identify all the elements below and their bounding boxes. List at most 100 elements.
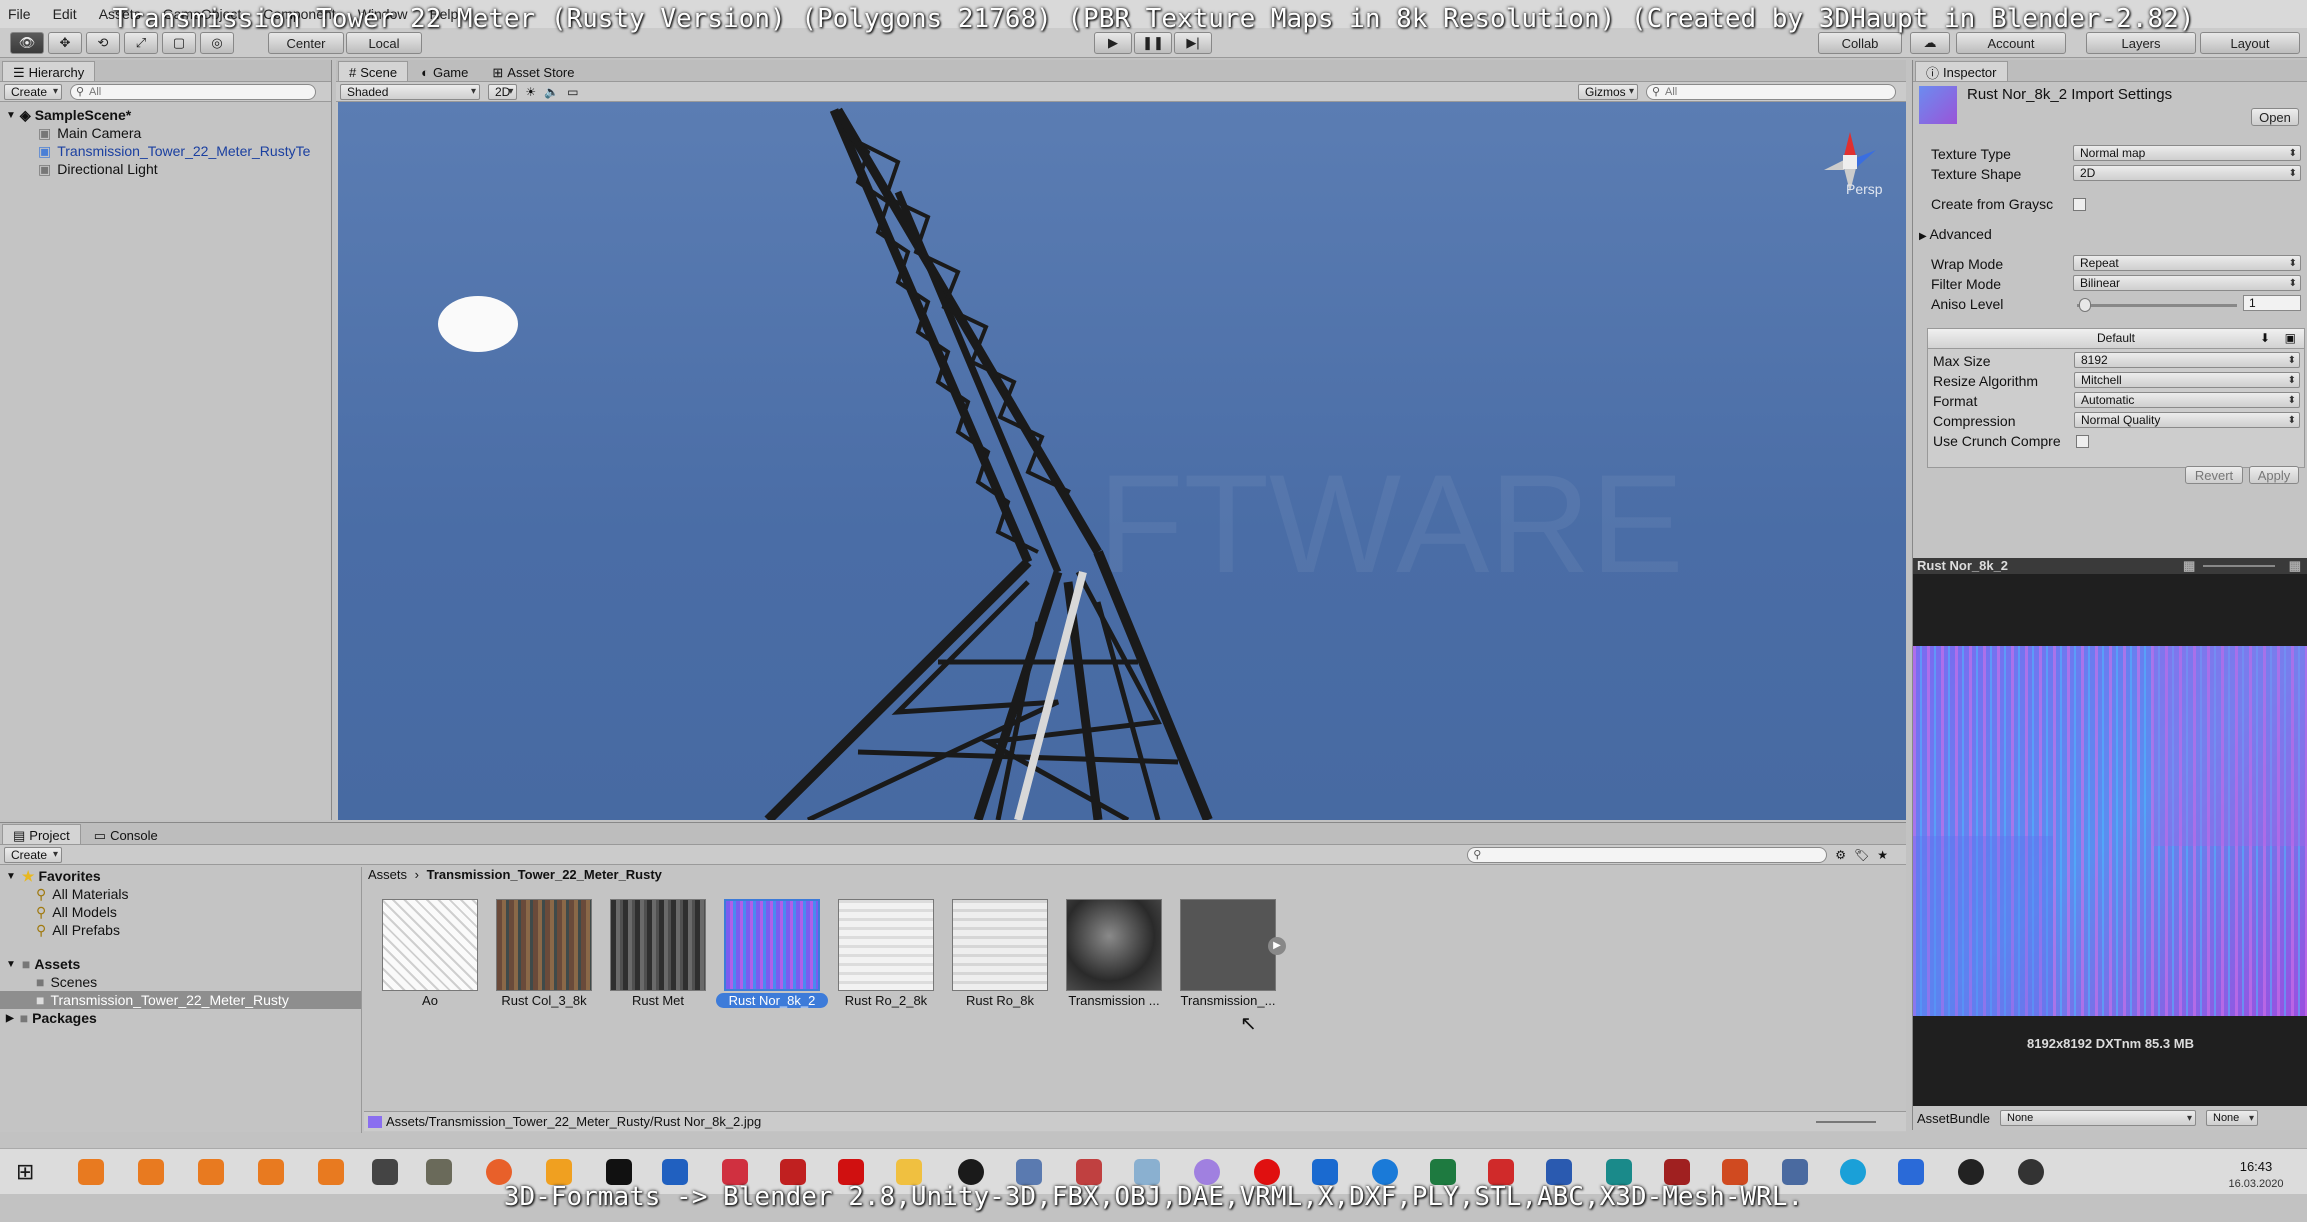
open-button[interactable]: Open xyxy=(2251,108,2299,126)
menu-gameobject[interactable]: GameObject xyxy=(163,6,242,22)
aniso-level-field[interactable]: 1 xyxy=(2243,295,2301,311)
asset-thumb-rust-col[interactable] xyxy=(496,899,592,991)
app-icon[interactable] xyxy=(1898,1159,1924,1185)
edge-icon[interactable] xyxy=(1372,1159,1398,1185)
compression-dropdown[interactable]: Normal Quality xyxy=(2074,412,2300,428)
asset-thumb-material[interactable] xyxy=(1066,899,1162,991)
rect-tool-button[interactable]: ▢ xyxy=(162,32,196,54)
tab-scene[interactable]: # Scene xyxy=(338,61,409,81)
shading-mode-dropdown[interactable]: Shaded xyxy=(340,83,480,100)
folder-transmission-tower[interactable]: ■ Transmission_Tower_22_Meter_Rusty xyxy=(0,991,361,1009)
tab-hierarchy[interactable]: ☰ Hierarchy xyxy=(2,61,96,81)
max-size-dropdown[interactable]: 8192 xyxy=(2074,352,2300,368)
effects-icon[interactable]: ▭ xyxy=(567,85,578,99)
resize-algorithm-dropdown[interactable]: Mitchell xyxy=(2074,372,2300,388)
aniso-slider-track[interactable] xyxy=(2077,304,2237,307)
filter-mode-dropdown[interactable]: Bilinear xyxy=(2073,275,2301,291)
menu-window[interactable]: Window xyxy=(358,6,408,22)
blender-icon[interactable] xyxy=(318,1159,344,1185)
menu-help[interactable]: Help xyxy=(429,6,458,22)
collab-dropdown[interactable]: Collab xyxy=(1818,32,1902,54)
asset-thumb-model[interactable] xyxy=(1180,899,1276,991)
blender-icon[interactable] xyxy=(198,1159,224,1185)
app-icon[interactable] xyxy=(1076,1159,1102,1185)
menu-file[interactable]: File xyxy=(8,6,31,22)
favorite-star-icon[interactable]: ★ xyxy=(1877,848,1888,862)
texture-type-dropdown[interactable]: Normal map xyxy=(2073,145,2301,161)
apply-button[interactable]: Apply xyxy=(2249,466,2299,484)
favorite-all-materials[interactable]: ⚲ All Materials xyxy=(0,885,361,903)
scene-search-input[interactable]: All xyxy=(1646,83,1896,100)
publisher-icon[interactable] xyxy=(1606,1159,1632,1185)
app-icon[interactable] xyxy=(2018,1159,2044,1185)
favorite-all-prefabs[interactable]: ⚲ All Prefabs xyxy=(0,921,361,939)
breadcrumb-folder[interactable]: Transmission_Tower_22_Meter_Rusty xyxy=(427,867,662,882)
app-icon[interactable] xyxy=(1134,1159,1160,1185)
app-icon[interactable] xyxy=(546,1159,572,1185)
menu-component[interactable]: Component xyxy=(263,6,335,22)
access-icon[interactable] xyxy=(1664,1159,1690,1185)
taskbar-clock[interactable]: 16:43 xyxy=(2226,1159,2286,1174)
menu-assets[interactable]: Assets xyxy=(99,6,141,22)
firefox-icon[interactable] xyxy=(486,1159,512,1185)
mip-level-icon[interactable]: ▦ xyxy=(2289,558,2301,574)
hand-tool-button[interactable]: 👁 xyxy=(10,32,44,54)
hierarchy-item-directional-light[interactable]: ▣ Directional Light xyxy=(0,160,331,178)
app-icon[interactable] xyxy=(722,1159,748,1185)
assetbundle-dropdown[interactable]: None xyxy=(2000,1110,2196,1126)
skype-icon[interactable] xyxy=(1840,1159,1866,1185)
html5-icon[interactable]: ▣ xyxy=(2285,331,2296,345)
layers-dropdown[interactable]: Layers xyxy=(2086,32,2196,54)
download-icon[interactable]: ⬇ xyxy=(2260,331,2270,345)
layout-dropdown[interactable]: Layout xyxy=(2200,32,2300,54)
app-icon[interactable] xyxy=(958,1159,984,1185)
blender-icon[interactable] xyxy=(258,1159,284,1185)
excel-icon[interactable] xyxy=(1430,1159,1456,1185)
pdf-icon[interactable] xyxy=(838,1159,864,1185)
texture-shape-dropdown[interactable]: 2D xyxy=(2073,165,2301,181)
asset-thumb-rust-met[interactable] xyxy=(610,899,706,991)
tab-game[interactable]: ◐ Game xyxy=(410,61,479,81)
app-icon[interactable] xyxy=(1782,1159,1808,1185)
opera-icon[interactable] xyxy=(1254,1159,1280,1185)
toggle-2d-button[interactable]: 2D xyxy=(488,83,518,100)
filter-by-label-icon[interactable]: 🏷 xyxy=(1854,848,1869,862)
app-icon[interactable] xyxy=(426,1159,452,1185)
mip-slider[interactable] xyxy=(2203,565,2275,567)
unity-icon[interactable] xyxy=(372,1159,398,1185)
hierarchy-item-main-camera[interactable]: ▣ Main Camera xyxy=(0,124,331,142)
asset-thumb-ao[interactable] xyxy=(382,899,478,991)
thumbnail-size-slider[interactable] xyxy=(1816,1120,1876,1123)
packages-row[interactable]: ▶ ■ Packages xyxy=(0,1009,361,1027)
asset-thumb-rust-nor[interactable] xyxy=(724,899,820,991)
persp-label[interactable]: Persp xyxy=(1846,181,1883,197)
scale-tool-button[interactable]: ⤢ xyxy=(124,32,158,54)
terminal-icon[interactable] xyxy=(606,1159,632,1185)
folder-icon[interactable] xyxy=(896,1159,922,1185)
unity-icon[interactable] xyxy=(1958,1159,1984,1185)
rotate-tool-button[interactable]: ⟲ xyxy=(86,32,120,54)
asset-thumb-rust-ro-2[interactable] xyxy=(838,899,934,991)
hierarchy-search-input[interactable]: All xyxy=(70,83,317,100)
transform-tool-button[interactable]: ◎ xyxy=(200,32,234,54)
aniso-slider-handle[interactable] xyxy=(2079,298,2091,312)
cloud-button[interactable]: ☁ xyxy=(1910,32,1950,54)
gizmos-dropdown[interactable]: Gizmos xyxy=(1578,83,1638,100)
revert-button[interactable]: Revert xyxy=(2185,466,2243,484)
favorites-row[interactable]: ▼ ★ Favorites xyxy=(0,867,361,885)
filter-by-type-icon[interactable]: ⚙ xyxy=(1835,848,1846,862)
move-tool-button[interactable]: ✥ xyxy=(48,32,82,54)
outlook-icon[interactable] xyxy=(1312,1159,1338,1185)
create-from-grayscale-checkbox[interactable] xyxy=(2073,198,2086,211)
pivot-local-button[interactable]: Local xyxy=(346,32,422,54)
scene-viewport[interactable]: FTWARE Persp xyxy=(338,102,1906,820)
tab-project[interactable]: ▤ Project xyxy=(2,824,81,844)
app-icon[interactable] xyxy=(1194,1159,1220,1185)
crunch-compression-checkbox[interactable] xyxy=(2076,435,2089,448)
windows-start-icon[interactable]: ⊞ xyxy=(16,1159,34,1185)
expand-prefab-icon[interactable]: ▶ xyxy=(1268,937,1286,955)
scene-root-row[interactable]: ▼ ◈ SampleScene* xyxy=(0,106,331,124)
folder-scenes[interactable]: ■ Scenes xyxy=(0,973,361,991)
channel-toggle-icon[interactable]: ▦ xyxy=(2183,558,2195,574)
lighting-icon[interactable]: ☀ xyxy=(525,85,536,99)
